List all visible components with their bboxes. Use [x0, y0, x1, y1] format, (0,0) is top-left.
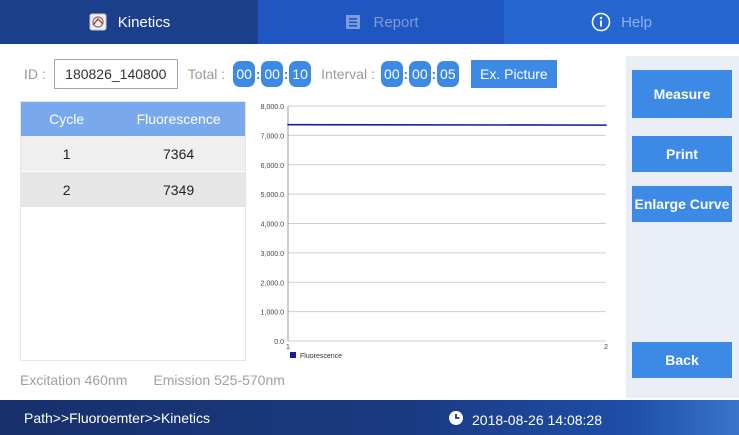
breadcrumb: Path>>Fluoroemter>>Kinetics	[24, 410, 210, 426]
y-tick-label: 3,000.0	[261, 251, 284, 258]
y-tick-label: 1,000.0	[261, 310, 284, 317]
enlarge-curve-button[interactable]: Enlarge Curve	[632, 186, 732, 222]
back-button[interactable]: Back	[632, 342, 732, 378]
table-row[interactable]: 1 7364	[21, 136, 245, 172]
total-minutes-field[interactable]: 00	[261, 61, 284, 87]
status-bar: Path>>Fluoroemter>>Kinetics 2018-08-26 1…	[0, 400, 739, 435]
total-time: 00 : 00 : 10	[233, 61, 312, 87]
datetime-display: 2018-08-26 14:08:28	[448, 410, 602, 429]
interval-hours-field[interactable]: 00	[380, 61, 403, 87]
header-cycle: Cycle	[49, 111, 85, 127]
tab-help-label: Help	[621, 13, 652, 31]
y-tick-label: 8,000.0	[261, 104, 284, 111]
cell-cycle: 1	[62, 145, 71, 162]
table-row[interactable]: 2 7349	[21, 172, 245, 208]
interval-time: 00 : 00 : 05	[380, 61, 459, 87]
time-separator: :	[403, 66, 409, 82]
report-icon	[343, 13, 363, 31]
x-tick-label: 2	[604, 344, 608, 351]
total-label: Total :	[187, 66, 226, 82]
cell-fluorescence: 7364	[163, 145, 195, 162]
y-tick-label: 4,000.0	[261, 222, 284, 229]
y-tick-label: 0.0	[274, 339, 284, 346]
cell-cycle: 2	[62, 181, 71, 198]
y-tick-label: 6,000.0	[261, 163, 284, 170]
header-fluorescence: Fluorescence	[136, 111, 221, 127]
toolbar: ID : 180826_140800 Total : 00 : 00 : 10 …	[0, 56, 620, 92]
id-label: ID :	[24, 66, 46, 82]
clock-icon	[448, 410, 464, 429]
excitation-text: Excitation 460nm	[20, 372, 128, 388]
datetime-text: 2018-08-26 14:08:28	[472, 411, 602, 428]
legend-swatch	[290, 352, 296, 358]
x-tick-label: 1	[286, 344, 290, 351]
print-button[interactable]: Print	[632, 136, 732, 172]
tab-bar: Kinetics Report Help	[0, 0, 739, 44]
fluorescence-chart: 0.0 1,000.0 2,000.0 3,000.0 4,000.0 5,000.0 6,…	[252, 100, 618, 362]
time-separator: :	[431, 66, 437, 82]
interval-minutes-field[interactable]: 00	[408, 61, 431, 87]
info-icon	[591, 12, 611, 32]
results-table: Cycle Fluorescence 1 7364 2 7349	[20, 101, 246, 361]
tab-kinetics-label: Kinetics	[117, 13, 171, 31]
id-field[interactable]: 180826_140800	[53, 59, 178, 89]
legend-label: Fluorescence	[300, 353, 342, 360]
wavelength-info: Excitation 460nm Emission 525-570nm	[20, 372, 285, 388]
ex-picture-button[interactable]: Ex. Picture	[470, 60, 557, 88]
tab-kinetics[interactable]: Kinetics	[0, 0, 258, 44]
cell-fluorescence: 7349	[163, 181, 195, 198]
tab-report-label: Report	[373, 13, 419, 31]
y-tick-label: 7,000.0	[261, 133, 284, 140]
emission-text: Emission 525-570nm	[153, 372, 285, 388]
interval-seconds-field[interactable]: 05	[436, 61, 459, 87]
data-point	[287, 123, 289, 126]
table-header: Cycle Fluorescence	[21, 102, 245, 136]
measure-button[interactable]: Measure	[632, 70, 732, 118]
y-tick-label: 5,000.0	[261, 192, 284, 199]
interval-label: Interval :	[321, 66, 375, 82]
y-tick-label: 2,000.0	[261, 280, 284, 287]
total-hours-field[interactable]: 00	[233, 61, 256, 87]
chart-icon	[88, 13, 108, 31]
data-point	[605, 124, 607, 126]
total-seconds-field[interactable]: 10	[289, 61, 312, 87]
tab-help[interactable]: Help	[504, 0, 739, 44]
chart-svg: 0.0 1,000.0 2,000.0 3,000.0 4,000.0 5,000.0 6,…	[261, 104, 608, 360]
tab-report[interactable]: Report	[258, 0, 504, 44]
